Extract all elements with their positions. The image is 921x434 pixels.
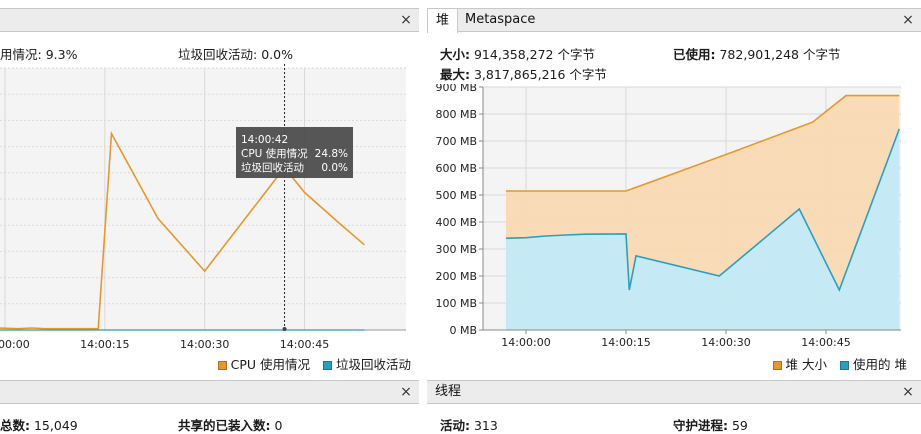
- legend-swatch-heap-used: [840, 361, 850, 370]
- tooltip-row1-value: 24.8%: [315, 148, 348, 160]
- tooltip-time: 14:00:42: [241, 134, 288, 146]
- heap-used-value: 782,901,248 个字节: [719, 47, 841, 62]
- gc-activity-label: 垃圾回收活动:: [178, 47, 258, 62]
- close-icon[interactable]: ×: [397, 9, 415, 31]
- threads-active-stat: 活动: 313: [440, 415, 498, 434]
- threads-daemon-value: 59: [731, 418, 748, 433]
- y-tick-label: 900 MB: [435, 84, 477, 94]
- classes-panel-header: ×: [0, 380, 419, 404]
- gc-activity-stat: 垃圾回收活动: 0.0%: [178, 44, 293, 63]
- classes-shared-stat: 共享的已装入数: 0: [178, 415, 282, 434]
- legend-swatch-gc: [322, 361, 332, 370]
- legend-swatch-heap-size: [772, 361, 782, 370]
- legend-label-gc: 垃圾回收活动: [335, 357, 411, 372]
- y-tick-label: 400 MB: [435, 216, 477, 229]
- heap-used-label: 已使用:: [673, 47, 716, 62]
- threads-panel-title: 线程: [435, 384, 462, 399]
- tab-metaspace[interactable]: Metaspace: [457, 8, 543, 33]
- y-tick-label: 100 MB: [435, 297, 477, 310]
- threads-panel-header: 线程 ×: [427, 380, 921, 404]
- cpu-panel-header: ×: [0, 8, 419, 32]
- heap-panel-tabs: 堆 Metaspace ×: [427, 8, 921, 33]
- classes-panel: × 总数: 15,049 共享的已装入数: 0: [0, 380, 419, 433]
- classes-shared-label: 共享的已装入数:: [178, 418, 271, 433]
- classes-shared-value: 0: [274, 418, 283, 433]
- tooltip-row2-label: 垃圾回收活动: [241, 161, 304, 174]
- classes-total-label: 总数:: [0, 418, 30, 433]
- y-tick-label: 800 MB: [435, 108, 477, 121]
- close-icon[interactable]: ×: [899, 9, 917, 31]
- hover-point-gc: [282, 327, 287, 331]
- chart-tooltip: 14:00:42CPU 使用情况 24.8% 垃圾回收活动 0.0%: [236, 127, 353, 178]
- y-tick-label: 0 MB: [449, 324, 477, 337]
- legend-item-cpu: CPU 使用情况: [217, 357, 310, 372]
- heap-chart-legend: 堆 大小 使用的 堆: [772, 354, 907, 373]
- cpu-usage-stat: 用情况: 9.3%: [0, 44, 77, 63]
- x-tick-label: 14:00:45: [280, 338, 329, 351]
- legend-item-heap-used: 使用的 堆: [840, 357, 907, 372]
- heap-chart[interactable]: 0 MB 100 MB 200 MB 300 MB 400 MB 500 MB 600 MB…: [427, 84, 921, 354]
- legend-label-heap-used: 使用的 堆: [853, 357, 907, 372]
- tab-heap[interactable]: 堆: [427, 8, 459, 33]
- x-tick-label: 14:00:30: [180, 338, 229, 351]
- legend-label-cpu: CPU 使用情况: [230, 357, 310, 372]
- y-tick-label: 200 MB: [435, 270, 477, 283]
- threads-daemon-label: 守护进程:: [673, 418, 728, 433]
- cpu-usage-label: 用情况:: [0, 47, 42, 62]
- legend-label-heap-size: 堆 大小: [785, 357, 828, 372]
- heap-max-value: 3,817,865,216 个字节: [473, 67, 607, 82]
- heap-used-stat: 已使用: 782,901,248 个字节: [673, 44, 840, 63]
- x-tick-label: 14:00:15: [80, 338, 129, 351]
- cpu-panel: × 用情况: 9.3% 垃圾回收活动: 0.0% 14:00:00 14:00:1…: [0, 8, 419, 372]
- x-tick-label: 14:00:00: [501, 336, 550, 349]
- x-tick-label: 14:00:15: [601, 336, 650, 349]
- heap-max-label: 最大:: [440, 67, 470, 82]
- heap-size-stat: 大小: 914,358,272 个字节: [440, 44, 595, 63]
- cpu-chart[interactable]: 14:00:00 14:00:15 14:00:30 14:00:45 14:00:42…: [0, 64, 419, 354]
- heap-max-stat: 最大: 3,817,865,216 个字节: [440, 64, 607, 83]
- legend-item-heap-size: 堆 大小: [772, 357, 828, 372]
- y-tick-label: 700 MB: [435, 135, 477, 148]
- y-tick-label: 600 MB: [435, 162, 477, 175]
- x-tick-label: 14:00:30: [701, 336, 750, 349]
- close-icon[interactable]: ×: [899, 381, 917, 403]
- legend-item-gc: 垃圾回收活动: [322, 357, 411, 372]
- threads-daemon-stat: 守护进程: 59: [673, 415, 748, 434]
- heap-size-value: 914,358,272 个字节: [473, 47, 595, 62]
- legend-swatch-cpu: [217, 361, 227, 370]
- heap-size-label: 大小:: [440, 47, 470, 62]
- classes-total-stat: 总数: 15,049: [0, 415, 78, 434]
- cpu-chart-legend: CPU 使用情况 垃圾回收活动: [217, 354, 411, 373]
- threads-panel: 线程 × 活动: 313 守护进程: 59: [427, 380, 921, 433]
- x-tick-label: 14:00:45: [801, 336, 850, 349]
- y-tick-label: 300 MB: [435, 243, 477, 256]
- gc-activity-value: 0.0%: [261, 47, 293, 62]
- close-icon[interactable]: ×: [397, 381, 415, 403]
- x-tick-label: 14:00:00: [0, 338, 30, 351]
- tooltip-row2-value: 0.0%: [321, 162, 348, 174]
- threads-active-value: 313: [473, 418, 498, 433]
- classes-total-value: 15,049: [33, 418, 78, 433]
- tooltip-row1-label: CPU 使用情况: [241, 147, 308, 160]
- heap-panel: 堆 Metaspace × 大小: 914,358,272 个字节 已使用: 7…: [427, 8, 921, 372]
- y-tick-label: 500 MB: [435, 189, 477, 202]
- cpu-usage-value: 9.3%: [45, 47, 78, 62]
- threads-active-label: 活动:: [440, 418, 470, 433]
